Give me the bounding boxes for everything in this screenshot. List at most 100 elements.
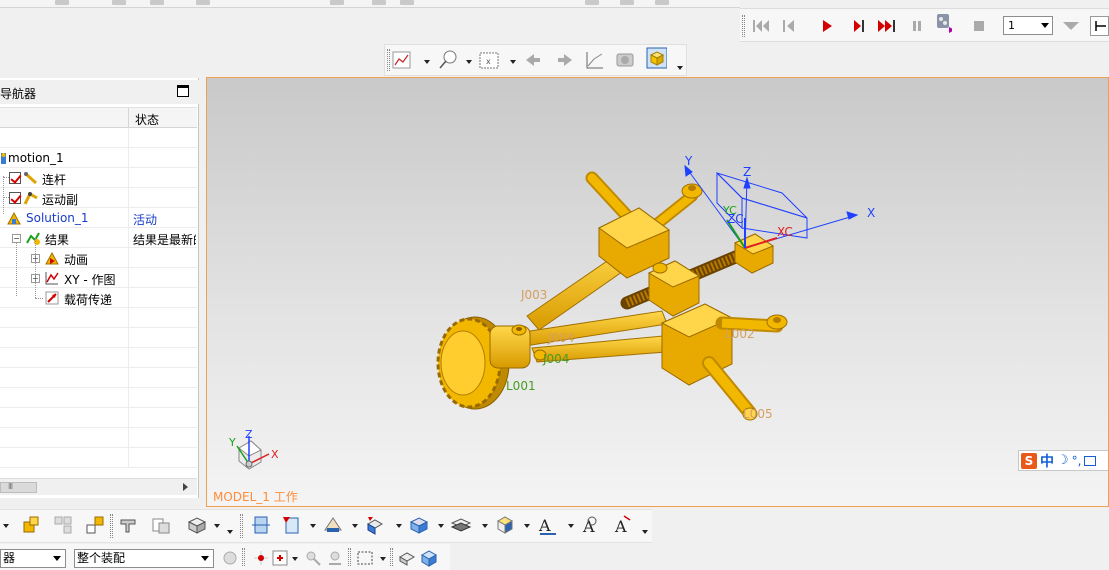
toolbar-icon[interactable] <box>585 0 599 5</box>
chevron-down-icon[interactable] <box>396 524 402 528</box>
first-frame-icon[interactable] <box>752 17 770 35</box>
tree-row-motion[interactable]: motion_1 <box>0 148 197 168</box>
chevron-down-icon[interactable] <box>466 60 472 64</box>
clip-section-icon[interactable] <box>280 514 302 536</box>
chevron-down-icon[interactable] <box>227 530 233 534</box>
tree-row-xy-graph[interactable]: + XY - 作图 <box>0 268 197 288</box>
pick-icon[interactable] <box>302 547 324 569</box>
font-size-icon[interactable]: A <box>612 514 634 536</box>
edit-section-icon[interactable] <box>322 514 344 536</box>
toolbar-icon[interactable] <box>112 0 126 5</box>
collapse-icon[interactable]: − <box>12 234 21 243</box>
maximize-icon[interactable] <box>177 85 189 97</box>
probe-icon[interactable] <box>437 49 459 71</box>
keyboard-icon[interactable] <box>1084 455 1097 466</box>
explode-icon[interactable] <box>52 514 74 536</box>
font-search-icon[interactable]: A <box>580 514 602 536</box>
annotation-text-icon[interactable]: A <box>537 514 559 536</box>
selection-scope-select[interactable]: 整个装配 <box>74 549 214 568</box>
filter-reset-icon[interactable] <box>219 547 241 569</box>
scrollbar-thumb[interactable]: III <box>0 482 37 493</box>
toolbar-icon[interactable] <box>150 0 164 5</box>
next-frame-icon[interactable] <box>850 17 868 35</box>
column-separator[interactable] <box>128 108 129 128</box>
chevron-down-icon[interactable] <box>292 557 298 561</box>
chevron-down-icon[interactable] <box>424 60 430 64</box>
ime-toolbar[interactable]: S 中 ☽ °, <box>1018 450 1108 471</box>
chevron-down-icon[interactable] <box>677 66 683 70</box>
work-view-icon[interactable] <box>364 514 386 536</box>
chevron-down-icon[interactable] <box>568 524 574 528</box>
play-icon[interactable] <box>818 17 836 35</box>
ime-logo[interactable]: S <box>1021 452 1037 469</box>
chevron-down-icon[interactable] <box>510 60 516 64</box>
wireframe-icon[interactable] <box>396 547 418 569</box>
view-cube-icon[interactable] <box>645 47 667 69</box>
tree-row-animation[interactable]: + 动画 <box>0 248 197 268</box>
markers-icon[interactable]: x <box>478 49 500 71</box>
chevron-down-icon[interactable] <box>3 524 9 528</box>
arrow-right-icon[interactable] <box>554 49 576 71</box>
clearance-icon[interactable] <box>118 514 140 536</box>
joints-checkbox[interactable] <box>9 192 21 204</box>
stop-icon[interactable] <box>970 17 988 35</box>
toolbar-overflow-button[interactable] <box>1090 16 1109 36</box>
tree-row[interactable] <box>0 128 197 148</box>
constraint-icon[interactable] <box>84 514 106 536</box>
assembly-move-icon[interactable] <box>20 514 42 536</box>
material-icon[interactable] <box>494 514 516 536</box>
animation-settings-icon[interactable] <box>934 14 952 33</box>
chevron-down-icon[interactable] <box>642 530 648 534</box>
capture-icon[interactable] <box>614 49 636 71</box>
chevron-down-icon[interactable] <box>352 524 358 528</box>
links-checkbox[interactable] <box>9 172 21 184</box>
rectangle-select-icon[interactable] <box>354 547 376 569</box>
chevron-down-icon[interactable] <box>1062 17 1080 35</box>
toolbar-icon[interactable] <box>55 0 69 5</box>
toolbar-icon[interactable] <box>196 0 210 5</box>
graphics-viewport[interactable]: Y Z X XC YC ZC J003 J004 J004 L001 L002 … <box>206 77 1109 507</box>
mechanism-model[interactable]: Y Z X XC YC ZC J003 J004 J004 L001 L002 … <box>207 78 1109 507</box>
ime-punctuation[interactable]: °, <box>1072 454 1082 468</box>
chevron-down-icon[interactable] <box>310 524 316 528</box>
moon-icon[interactable]: ☽ <box>1057 453 1069 468</box>
view-triad[interactable] <box>236 436 270 470</box>
column-status-header[interactable]: 状态 <box>135 111 159 128</box>
shaded-body-icon[interactable] <box>418 547 440 569</box>
select-frame-icon[interactable] <box>269 547 291 569</box>
toolbar-icon[interactable] <box>400 0 414 5</box>
graph-icon[interactable] <box>391 49 413 71</box>
toolbar-icon[interactable] <box>330 0 344 5</box>
chevron-down-icon[interactable] <box>380 557 386 561</box>
toolbar-grip[interactable] <box>742 15 745 37</box>
chevron-down-icon[interactable] <box>482 524 488 528</box>
interference-icon[interactable] <box>150 514 172 536</box>
toolbar-icon[interactable] <box>655 0 669 5</box>
layer-icon[interactable] <box>450 514 472 536</box>
measure-body-icon[interactable] <box>186 514 208 536</box>
tree-row-results[interactable]: − 结果 结果是最新的 <box>0 228 197 248</box>
section-view-icon[interactable] <box>250 514 272 536</box>
tree-row-solution[interactable]: Solution_1 活动 <box>0 208 197 228</box>
plot-curve-icon[interactable] <box>584 49 606 71</box>
toolbar-icon[interactable] <box>620 0 634 5</box>
chevron-down-icon[interactable] <box>438 524 444 528</box>
chevron-down-icon[interactable] <box>214 524 220 528</box>
ime-mode[interactable]: 中 <box>1040 451 1054 471</box>
last-frame-icon[interactable] <box>877 17 895 35</box>
frame-select[interactable]: 1 <box>1003 16 1053 35</box>
select-all-icon[interactable] <box>324 547 346 569</box>
chevron-down-icon[interactable] <box>524 524 530 528</box>
type-filter-select[interactable]: 器 <box>0 549 66 568</box>
toolbar-grip[interactable] <box>387 49 390 71</box>
pause-icon[interactable] <box>908 17 926 35</box>
horizontal-scrollbar[interactable]: III <box>0 478 197 495</box>
previous-frame-icon[interactable] <box>780 17 798 35</box>
scroll-right-icon[interactable] <box>183 483 188 491</box>
tree-row-links[interactable]: 连杆 <box>0 168 197 188</box>
arrow-left-icon[interactable] <box>522 49 544 71</box>
shaded-view-icon[interactable] <box>408 514 430 536</box>
toolbar-icon[interactable] <box>372 0 386 5</box>
tree-row-joints[interactable]: 运动副 <box>0 188 197 208</box>
tree-row-load-transfer[interactable]: 载荷传递 <box>0 288 197 308</box>
